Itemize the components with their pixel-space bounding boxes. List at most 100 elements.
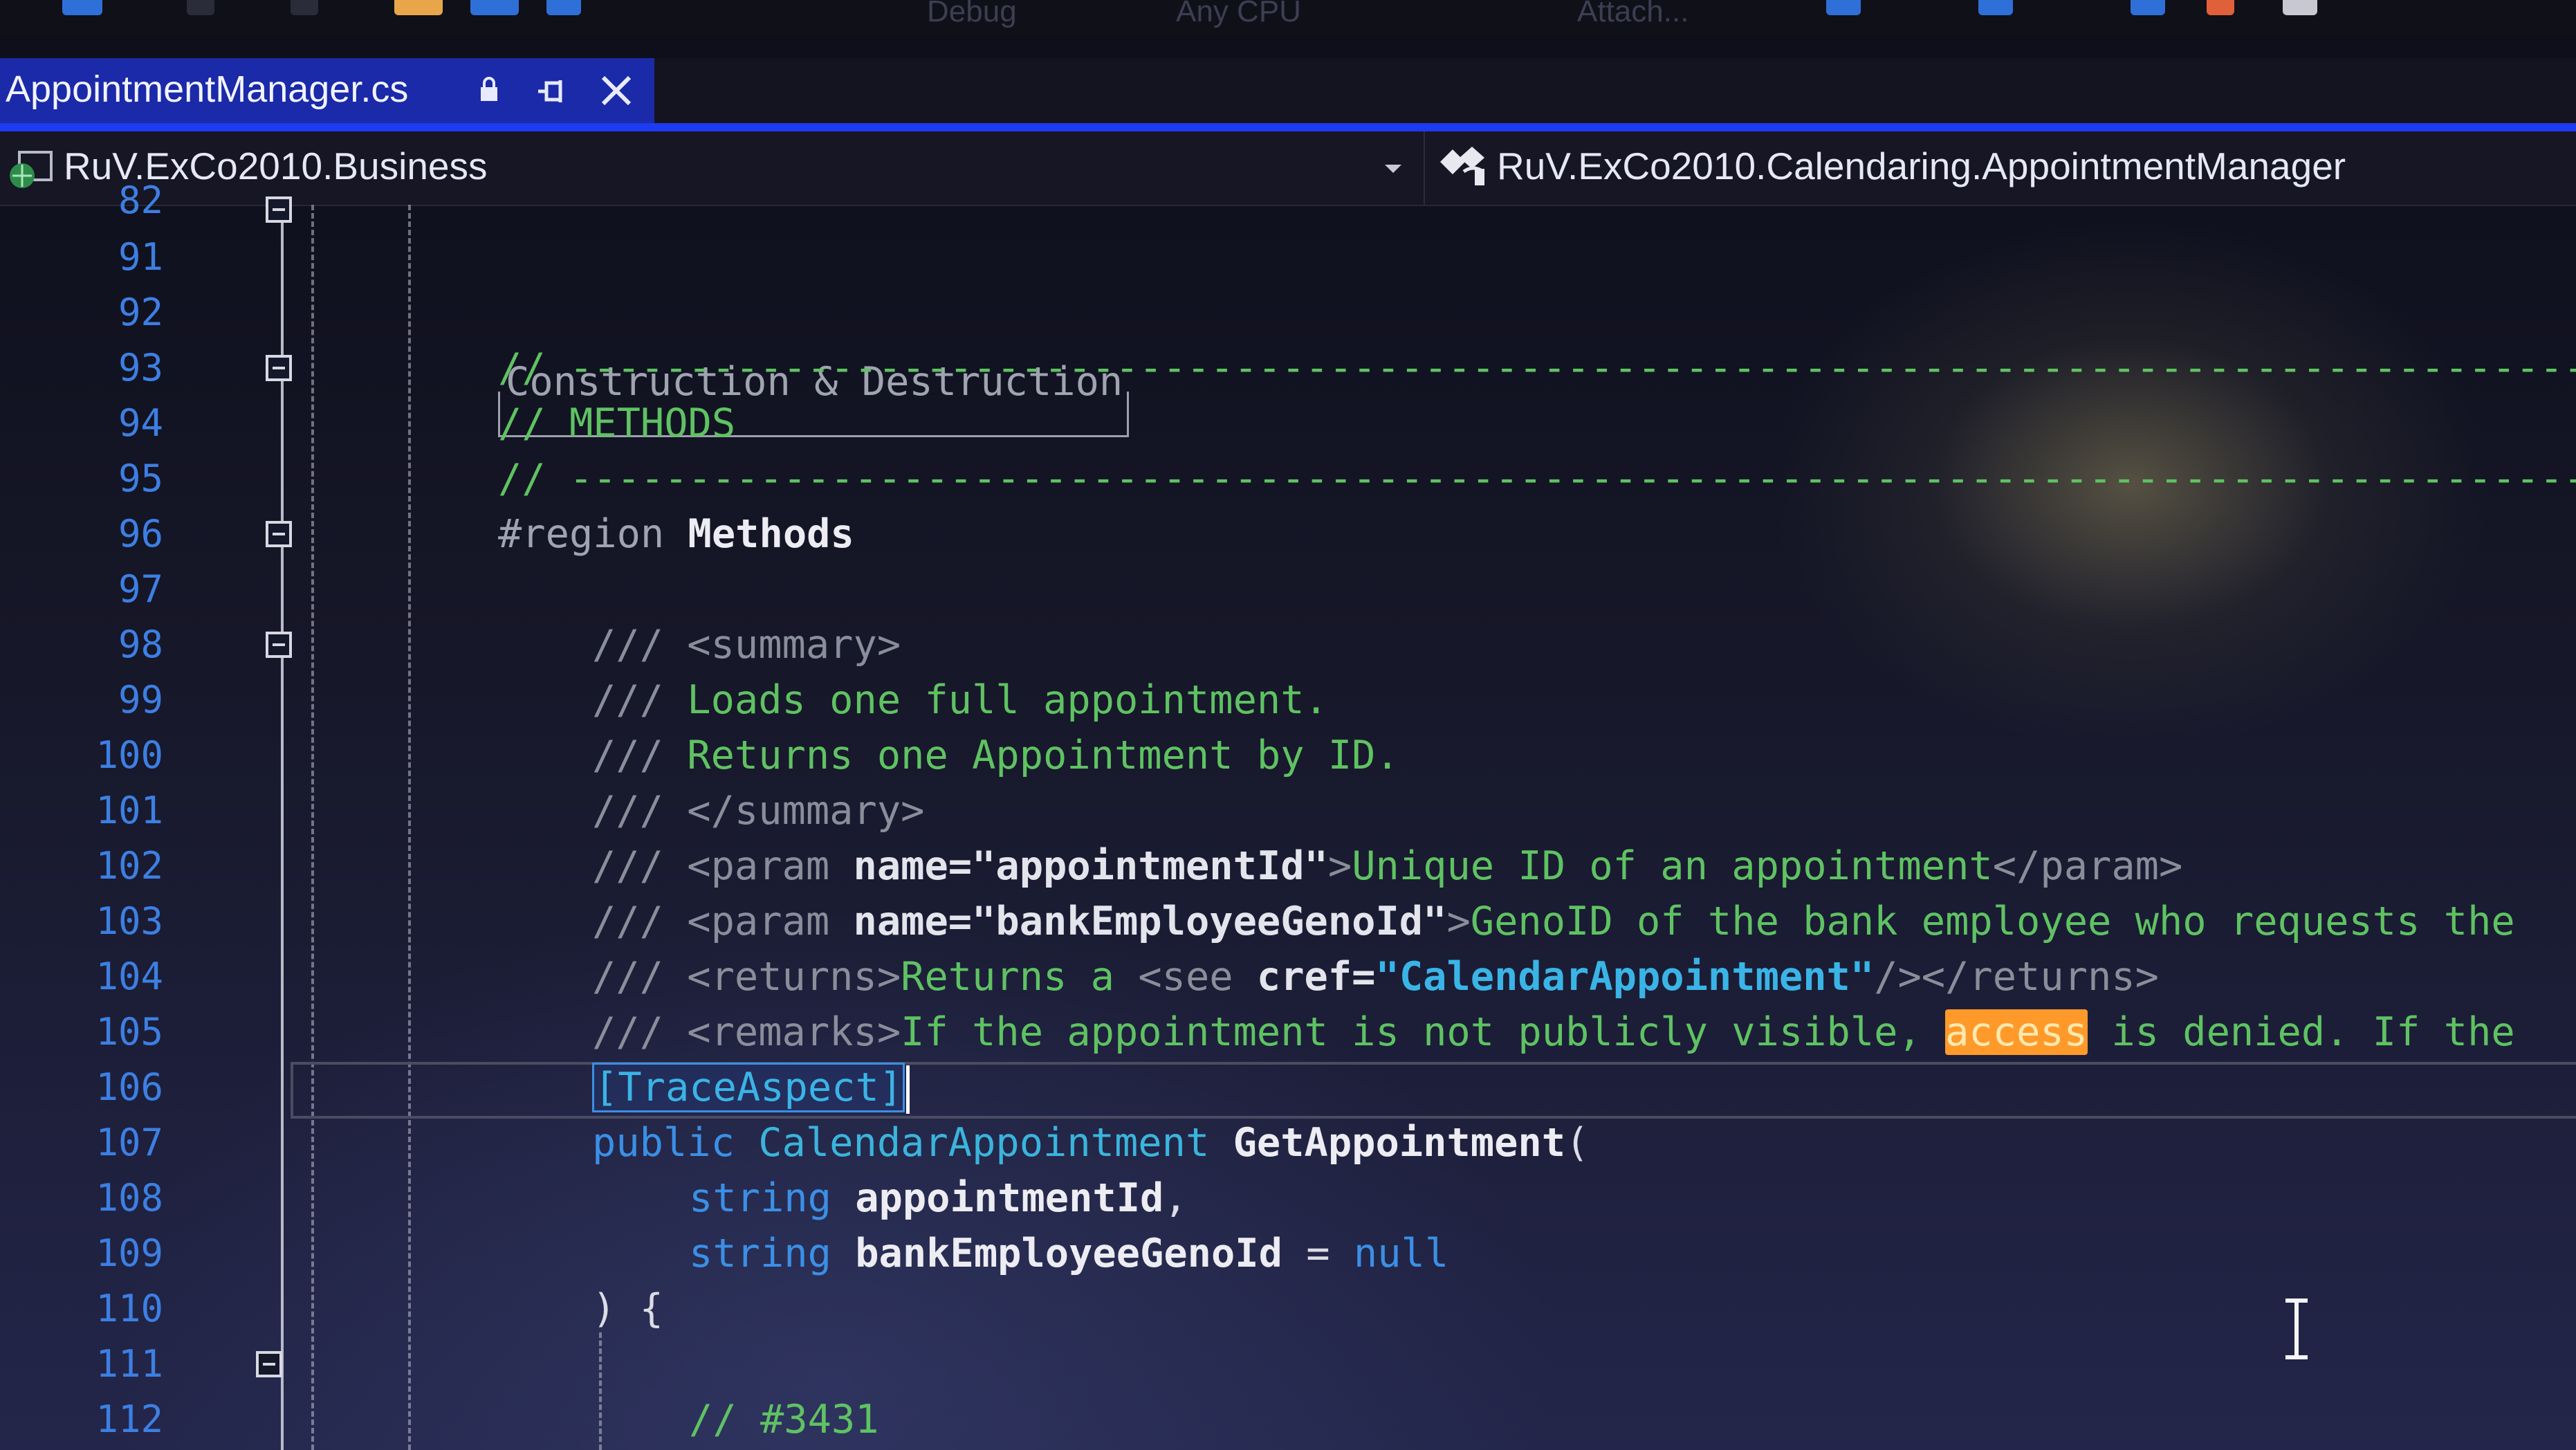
doc-cref[interactable]: "CalendarAppointment" [1376, 954, 1875, 1000]
parameter-name[interactable]: appointmentId [855, 1175, 1163, 1221]
toolbar-icon[interactable] [2207, 0, 2234, 15]
type-dropdown[interactable]: RuV.ExCo2010.Calendaring.AppointmentMana… [1497, 144, 2346, 188]
doc-text: Returns a [901, 954, 1139, 1000]
code-line: /// <returns>Returns a <see cref="Calend… [592, 949, 2159, 1004]
doc-tag: </summary> [687, 788, 925, 834]
doc-slash: /// [592, 622, 663, 668]
type-name[interactable]: CalendarAppointment [758, 1120, 1209, 1166]
doc-tag: <remarks> [687, 1009, 901, 1055]
attribute-selection[interactable]: [TraceAspect] [592, 1063, 905, 1112]
code-line: /// <remarks>If the appointment is not p… [592, 1004, 2515, 1060]
doc-string: "appointmentId" [972, 843, 1328, 889]
line-number: 111 [95, 1342, 163, 1386]
toolbar-icon[interactable] [394, 0, 443, 15]
lock-icon [479, 76, 499, 107]
parameter-name[interactable]: bankEmployeeGenoId [855, 1231, 1282, 1276]
doc-slash: /// [592, 954, 663, 1000]
operator: = [1282, 1231, 1354, 1276]
literal: null [1353, 1231, 1449, 1276]
code-line: string bankEmployeeGenoId = null [689, 1226, 1448, 1281]
line-number: 91 [118, 235, 163, 279]
line-number: 110 [95, 1287, 163, 1330]
platform-label[interactable]: Any CPU [1176, 0, 1301, 29]
search-highlight: access [1945, 1009, 2088, 1055]
line-number: 95 [118, 457, 163, 500]
doc-attr: name= [853, 899, 973, 944]
code-editor[interactable]: 82 Construction & Destruction 91 92 93 9… [0, 178, 2576, 1450]
document-tab[interactable]: AppointmentManager.cs [0, 58, 654, 125]
code-comment: // #3431 [689, 1397, 879, 1442]
text-caret [906, 1065, 910, 1114]
line-number: 104 [95, 955, 163, 998]
doc-text: Loads one full appointment. [687, 677, 1328, 723]
toolbar-icon[interactable] [1978, 0, 2013, 15]
attach-label[interactable]: Attach... [1577, 0, 1689, 29]
screen: Debug Any CPU Attach... AppointmentManag… [0, 0, 2576, 1450]
fold-toggle-icon[interactable] [266, 355, 292, 381]
toolbar-icon[interactable] [2131, 0, 2165, 15]
line-number: 105 [95, 1010, 163, 1054]
toolbar-icon[interactable] [1826, 0, 1861, 15]
indent-guide [408, 205, 411, 1450]
outline-guide [281, 205, 284, 1450]
doc-tag: > [1327, 843, 1352, 889]
pin-icon[interactable] [537, 77, 569, 108]
indent-guide [311, 205, 314, 1450]
doc-slash: /// [592, 843, 663, 889]
line-number: 97 [118, 567, 163, 611]
line-number: 106 [95, 1065, 163, 1109]
line-number: 107 [95, 1121, 163, 1164]
punctuation: , [1163, 1175, 1188, 1221]
line-number: 94 [118, 401, 163, 445]
solution-config-label[interactable]: Debug [927, 0, 1017, 29]
fold-toggle-icon[interactable] [256, 1351, 282, 1377]
line-number: 98 [118, 623, 163, 666]
doc-attr: name= [853, 843, 973, 889]
line-number: 101 [95, 789, 163, 832]
fold-toggle-icon[interactable] [266, 196, 292, 223]
doc-slash: /// [592, 1009, 663, 1055]
doc-tag: </param> [1992, 843, 2183, 889]
toolbar-icon[interactable] [291, 0, 318, 15]
line-number: 103 [95, 899, 163, 943]
toolbar-icon[interactable] [62, 0, 102, 15]
line-number: 92 [118, 291, 163, 334]
toolbar-icon[interactable] [546, 0, 581, 15]
doc-text: Unique ID of an appointment [1352, 843, 1993, 889]
region-name: Methods [688, 511, 854, 557]
code-line: public CalendarAppointment GetAppointmen… [592, 1115, 1589, 1171]
line-number: 82 [118, 178, 163, 222]
doc-slash: /// [592, 788, 663, 834]
line-number: 112 [95, 1397, 163, 1441]
doc-tag: <param [687, 843, 854, 889]
code-comment: // -------------------------------------… [498, 345, 2576, 391]
tab-underline [0, 123, 2576, 131]
indent-guide [599, 1332, 602, 1450]
region-keyword: #region [498, 511, 665, 557]
toolbar-icon[interactable] [2283, 0, 2317, 15]
doc-tag: <summary> [687, 622, 901, 668]
toolbar-icon[interactable] [187, 0, 214, 15]
toolbar-icon[interactable] [470, 0, 519, 15]
dropdown-arrow-icon[interactable] [1383, 162, 1403, 179]
method-name[interactable]: GetAppointment [1233, 1120, 1565, 1166]
line-number: 109 [95, 1231, 163, 1275]
doc-tag: <see [1138, 954, 1257, 1000]
nav-divider [1424, 131, 1425, 205]
close-icon[interactable] [600, 75, 632, 109]
doc-text: GenoID of the bank employee who requests… [1470, 899, 2515, 944]
fold-toggle-icon[interactable] [266, 632, 292, 658]
code-line: /// <param name="appointmentId">Unique I… [592, 838, 2182, 894]
doc-slash: /// [592, 733, 663, 778]
fold-toggle-icon[interactable] [266, 521, 292, 547]
code-comment: // METHODS [498, 401, 736, 446]
line-number: 93 [118, 346, 163, 389]
code-line: /// Returns one Appointment by ID. [592, 728, 1399, 783]
top-toolbar: Debug Any CPU Attach... [0, 0, 2576, 36]
code-line: ) { [592, 1286, 663, 1332]
code-comment: // -------------------------------------… [498, 456, 2576, 502]
doc-text: If the appointment is not publicly visib… [901, 1009, 1946, 1055]
keyword: string [689, 1175, 831, 1221]
navigation-bar: RuV.ExCo2010.Business RuV.ExCo2010.Calen… [0, 131, 2576, 206]
tab-title[interactable]: AppointmentManager.cs [6, 68, 408, 111]
